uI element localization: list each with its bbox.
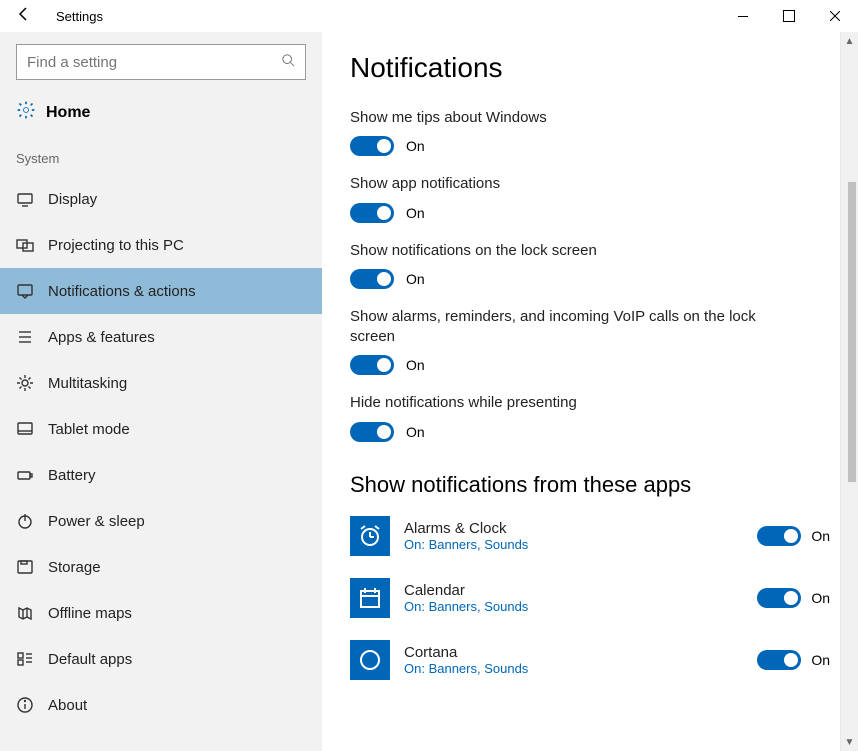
battery-icon [16,466,34,484]
sidebar-item-label: About [48,697,87,714]
setting-label: Show me tips about Windows [350,108,770,128]
app-info: Alarms & ClockOn: Banners, Sounds [404,520,743,552]
content-pane: Notifications Show me tips about Windows… [322,32,858,751]
sidebar-item-label: Tablet mode [48,421,130,438]
setting-row: Hide notifications while presenting On [350,393,830,441]
project-icon [16,236,34,254]
sidebar-item-label: Apps & features [48,329,155,346]
app-name: Cortana [404,644,743,661]
titlebar: Settings [0,0,858,32]
app-subtext: On: Banners, Sounds [404,599,743,614]
sidebar-item-tablet-mode[interactable]: Tablet mode [0,406,322,452]
sidebar-item-notifications-actions[interactable]: Notifications & actions [0,268,322,314]
app-info: CortanaOn: Banners, Sounds [404,644,743,676]
sidebar-item-projecting-to-this-pc[interactable]: Projecting to this PC [0,222,322,268]
toggle-switch[interactable] [350,355,394,375]
toggle-switch[interactable] [350,136,394,156]
toggle-state: On [406,357,425,373]
close-button[interactable] [812,0,858,32]
setting-row: Show me tips about Windows On [350,108,830,156]
multitasking-icon [16,374,34,392]
search-box[interactable] [16,44,306,80]
toggle-state: On [811,652,830,668]
sidebar-item-battery[interactable]: Battery [0,452,322,498]
app-info: CalendarOn: Banners, Sounds [404,582,743,614]
maximize-button[interactable] [766,0,812,32]
sidebar-item-label: Power & sleep [48,513,145,530]
tablet-icon [16,420,34,438]
toggle-switch[interactable] [757,588,801,608]
toggle-switch[interactable] [757,526,801,546]
toggle-switch[interactable] [350,422,394,442]
sidebar-item-display[interactable]: Display [0,176,322,222]
default-apps-icon [16,650,34,668]
scroll-down-button[interactable]: ▼ [841,733,858,751]
sidebar-item-apps-features[interactable]: Apps & features [0,314,322,360]
search-input[interactable] [27,54,281,71]
app-subtext: On: Banners, Sounds [404,537,743,552]
sidebar-item-label: Multitasking [48,375,127,392]
calendar-icon [350,578,390,618]
setting-label: Hide notifications while presenting [350,393,770,413]
setting-label: Show alarms, reminders, and incoming VoI… [350,307,770,348]
sidebar-item-label: Projecting to this PC [48,237,184,254]
minimize-button[interactable] [720,0,766,32]
scrollbar[interactable]: ▲ ▼ [840,32,858,751]
display-icon [16,190,34,208]
setting-row: Show app notifications On [350,174,830,222]
sidebar-item-label: Default apps [48,651,132,668]
power-icon [16,512,34,530]
setting-label: Show app notifications [350,174,770,194]
sidebar-item-storage[interactable]: Storage [0,544,322,590]
notifications-icon [16,282,34,300]
scrollbar-thumb[interactable] [848,182,856,482]
alarm-icon [350,516,390,556]
toggle-switch[interactable] [350,203,394,223]
sidebar-item-label: Battery [48,467,96,484]
back-button[interactable] [0,6,48,27]
toggle-switch[interactable] [757,650,801,670]
sidebar-item-multitasking[interactable]: Multitasking [0,360,322,406]
toggle-state: On [406,424,425,440]
app-row[interactable]: Alarms & ClockOn: Banners, Sounds On [350,516,830,556]
sidebar: Home System Display Projecting to this PC… [0,32,322,751]
setting-row: Show notifications on the lock screen On [350,241,830,289]
setting-row: Show alarms, reminders, and incoming VoI… [350,307,830,376]
window-title: Settings [48,9,720,24]
toggle-switch[interactable] [350,269,394,289]
setting-label: Show notifications on the lock screen [350,241,770,261]
scroll-up-button[interactable]: ▲ [841,32,858,50]
about-icon [16,696,34,714]
category-label: System [0,135,322,176]
sidebar-item-label: Display [48,191,97,208]
app-name: Alarms & Clock [404,520,743,537]
apps-heading: Show notifications from these apps [350,472,830,498]
app-name: Calendar [404,582,743,599]
cortana-icon [350,640,390,680]
apps-icon [16,328,34,346]
sidebar-item-offline-maps[interactable]: Offline maps [0,590,322,636]
sidebar-item-label: Storage [48,559,101,576]
sidebar-item-default-apps[interactable]: Default apps [0,636,322,682]
search-icon [281,53,295,72]
toggle-state: On [406,138,425,154]
sidebar-item-label: Notifications & actions [48,283,196,300]
home-label: Home [46,104,90,122]
gear-icon [16,100,36,125]
sidebar-item-label: Offline maps [48,605,132,622]
maps-icon [16,604,34,622]
sidebar-item-power-sleep[interactable]: Power & sleep [0,498,322,544]
toggle-state: On [811,590,830,606]
app-row[interactable]: CortanaOn: Banners, Sounds On [350,640,830,680]
toggle-state: On [406,205,425,221]
page-title: Notifications [350,52,830,84]
toggle-state: On [406,271,425,287]
sidebar-item-about[interactable]: About [0,682,322,728]
storage-icon [16,558,34,576]
toggle-state: On [811,528,830,544]
app-row[interactable]: CalendarOn: Banners, Sounds On [350,578,830,618]
home-nav[interactable]: Home [0,90,322,135]
app-subtext: On: Banners, Sounds [404,661,743,676]
